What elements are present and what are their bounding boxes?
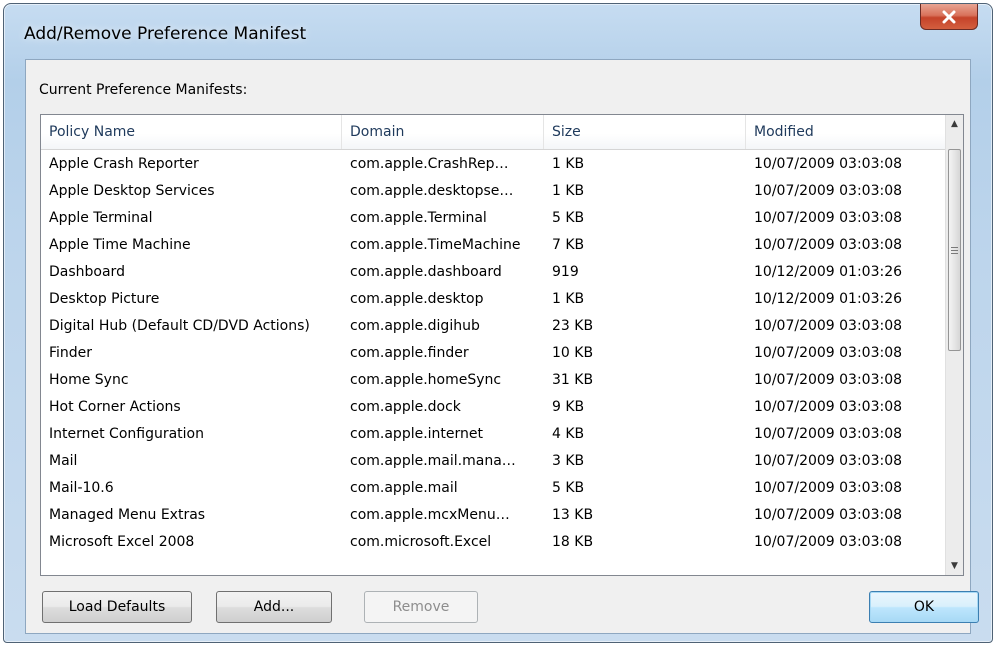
policy-name-cell: Apple Time Machine bbox=[49, 237, 191, 253]
modified-cell: 10/12/2009 01:03:26 bbox=[754, 264, 903, 280]
section-label: Current Preference Manifests: bbox=[39, 82, 248, 98]
domain-cell: com.apple.digihub bbox=[350, 318, 480, 334]
size-cell: 13 KB bbox=[552, 507, 594, 523]
policy-name-cell: Managed Menu Extras bbox=[49, 507, 206, 523]
table-row[interactable]: Mail-10.6 com.apple.mail 5 KB 10/07/2009 03… bbox=[41, 475, 947, 502]
size-cell: 10 KB bbox=[552, 345, 594, 361]
scroll-down-arrow-icon[interactable]: ▼ bbox=[946, 557, 963, 575]
dialog-body: Current Preference Manifests: Policy Nam… bbox=[25, 59, 979, 634]
column-header-policy-name[interactable]: Policy Name bbox=[41, 115, 342, 149]
size-cell: 1 KB bbox=[552, 291, 585, 307]
size-cell: 31 KB bbox=[552, 372, 594, 388]
add-button[interactable]: Add... bbox=[216, 591, 332, 623]
policy-name-cell: Apple Desktop Services bbox=[49, 183, 215, 199]
table-row[interactable]: Hot Corner Actions com.apple.dock 9 KB 10/0… bbox=[41, 394, 947, 421]
policy-name-cell: Dashboard bbox=[49, 264, 125, 280]
domain-cell: com.apple.TimeMachine bbox=[350, 237, 521, 253]
ok-button[interactable]: OK bbox=[869, 591, 979, 623]
table-row[interactable]: Digital Hub (Default CD/DVD Actions) com.… bbox=[41, 313, 947, 340]
size-cell: 5 KB bbox=[552, 480, 585, 496]
size-cell: 919 bbox=[552, 264, 579, 280]
table-row[interactable]: Finder com.apple.finder 10 KB 10/07/2009 03… bbox=[41, 340, 947, 367]
domain-cell: com.apple.mcxMenu… bbox=[350, 507, 510, 523]
table-row[interactable]: Internet Configuration com.apple.internet… bbox=[41, 421, 947, 448]
modified-cell: 10/07/2009 03:03:08 bbox=[754, 183, 903, 199]
policy-name-cell: Microsoft Excel 2008 bbox=[49, 534, 195, 550]
policy-name-cell: Mail bbox=[49, 453, 78, 469]
vertical-scrollbar[interactable]: ▲ ▼ bbox=[945, 115, 963, 575]
domain-cell: com.apple.CrashRep… bbox=[350, 156, 509, 172]
size-cell: 18 KB bbox=[552, 534, 594, 550]
table-row[interactable]: Apple Terminal com.apple.Terminal 5 KB 10/0… bbox=[41, 205, 947, 232]
size-cell: 1 KB bbox=[552, 156, 585, 172]
modified-cell: 10/07/2009 03:03:08 bbox=[754, 210, 903, 226]
table-row[interactable]: Mail com.apple.mail.mana… 3 KB 10/07/2009 0… bbox=[41, 448, 947, 475]
close-icon bbox=[942, 10, 956, 23]
domain-cell: com.apple.finder bbox=[350, 345, 469, 361]
domain-cell: com.apple.mail.mana… bbox=[350, 453, 516, 469]
policy-name-cell: Home Sync bbox=[49, 372, 129, 388]
scroll-up-arrow-icon[interactable]: ▲ bbox=[946, 115, 963, 133]
modified-cell: 10/07/2009 03:03:08 bbox=[754, 534, 903, 550]
manifest-list[interactable]: Policy Name Domain Size Modified Apple C… bbox=[40, 114, 964, 576]
table-row[interactable]: Desktop Picture com.apple.desktop 1 KB 10/1… bbox=[41, 286, 947, 313]
policy-name-cell: Internet Configuration bbox=[49, 426, 204, 442]
list-rows: Apple Crash Reporter com.apple.CrashRep… 1… bbox=[41, 151, 947, 556]
modified-cell: 10/07/2009 03:03:08 bbox=[754, 372, 903, 388]
window-title: Add/Remove Preference Manifest bbox=[24, 24, 307, 44]
size-cell: 3 KB bbox=[552, 453, 585, 469]
size-cell: 1 KB bbox=[552, 183, 585, 199]
domain-cell: com.apple.mail bbox=[350, 480, 458, 496]
domain-cell: com.apple.desktopse… bbox=[350, 183, 514, 199]
size-cell: 9 KB bbox=[552, 399, 585, 415]
modified-cell: 10/07/2009 03:03:08 bbox=[754, 156, 903, 172]
table-row[interactable]: Microsoft Excel 2008 com.microsoft.Excel 1… bbox=[41, 529, 947, 556]
scrollbar-thumb[interactable] bbox=[948, 149, 961, 351]
policy-name-cell: Apple Terminal bbox=[49, 210, 153, 226]
size-cell: 23 KB bbox=[552, 318, 594, 334]
policy-name-cell: Finder bbox=[49, 345, 93, 361]
size-cell: 5 KB bbox=[552, 210, 585, 226]
domain-cell: com.apple.Terminal bbox=[350, 210, 487, 226]
policy-name-cell: Apple Crash Reporter bbox=[49, 156, 199, 172]
domain-cell: com.microsoft.Excel bbox=[350, 534, 492, 550]
column-header-modified[interactable]: Modified bbox=[746, 115, 947, 149]
column-header-domain[interactable]: Domain bbox=[342, 115, 544, 149]
grip-icon bbox=[951, 245, 958, 256]
domain-cell: com.apple.homeSync bbox=[350, 372, 502, 388]
modified-cell: 10/07/2009 03:03:08 bbox=[754, 480, 903, 496]
modified-cell: 10/07/2009 03:03:08 bbox=[754, 453, 903, 469]
policy-name-cell: Hot Corner Actions bbox=[49, 399, 181, 415]
policy-name-cell: Desktop Picture bbox=[49, 291, 160, 307]
load-defaults-button[interactable]: Load Defaults bbox=[42, 591, 192, 623]
table-row[interactable]: Apple Crash Reporter com.apple.CrashRep… 1… bbox=[41, 151, 947, 178]
table-row[interactable]: Dashboard com.apple.dashboard 919 10/12/200… bbox=[41, 259, 947, 286]
policy-name-cell: Mail-10.6 bbox=[49, 480, 114, 496]
modified-cell: 10/07/2009 03:03:08 bbox=[754, 399, 903, 415]
modified-cell: 10/07/2009 03:03:08 bbox=[754, 426, 903, 442]
column-header-size[interactable]: Size bbox=[544, 115, 746, 149]
policy-name-cell: Digital Hub (Default CD/DVD Actions) bbox=[49, 318, 310, 334]
modified-cell: 10/07/2009 03:03:08 bbox=[754, 318, 903, 334]
domain-cell: com.apple.dock bbox=[350, 399, 461, 415]
modified-cell: 10/12/2009 01:03:26 bbox=[754, 291, 903, 307]
size-cell: 7 KB bbox=[552, 237, 585, 253]
close-button[interactable] bbox=[920, 4, 978, 30]
modified-cell: 10/07/2009 03:03:08 bbox=[754, 345, 903, 361]
domain-cell: com.apple.dashboard bbox=[350, 264, 502, 280]
domain-cell: com.apple.desktop bbox=[350, 291, 484, 307]
table-row[interactable]: Managed Menu Extras com.apple.mcxMenu… 13 … bbox=[41, 502, 947, 529]
table-row[interactable]: Apple Time Machine com.apple.TimeMachine 7… bbox=[41, 232, 947, 259]
table-row[interactable]: Home Sync com.apple.homeSync 31 KB 10/07/20… bbox=[41, 367, 947, 394]
modified-cell: 10/07/2009 03:03:08 bbox=[754, 507, 903, 523]
table-row[interactable]: Apple Desktop Services com.apple.desktops… bbox=[41, 178, 947, 205]
size-cell: 4 KB bbox=[552, 426, 585, 442]
domain-cell: com.apple.internet bbox=[350, 426, 484, 442]
remove-button[interactable]: Remove bbox=[364, 591, 478, 623]
list-header: Policy Name Domain Size Modified bbox=[41, 115, 947, 150]
dialog-window: Add/Remove Preference Manifest Current P… bbox=[3, 3, 993, 643]
modified-cell: 10/07/2009 03:03:08 bbox=[754, 237, 903, 253]
